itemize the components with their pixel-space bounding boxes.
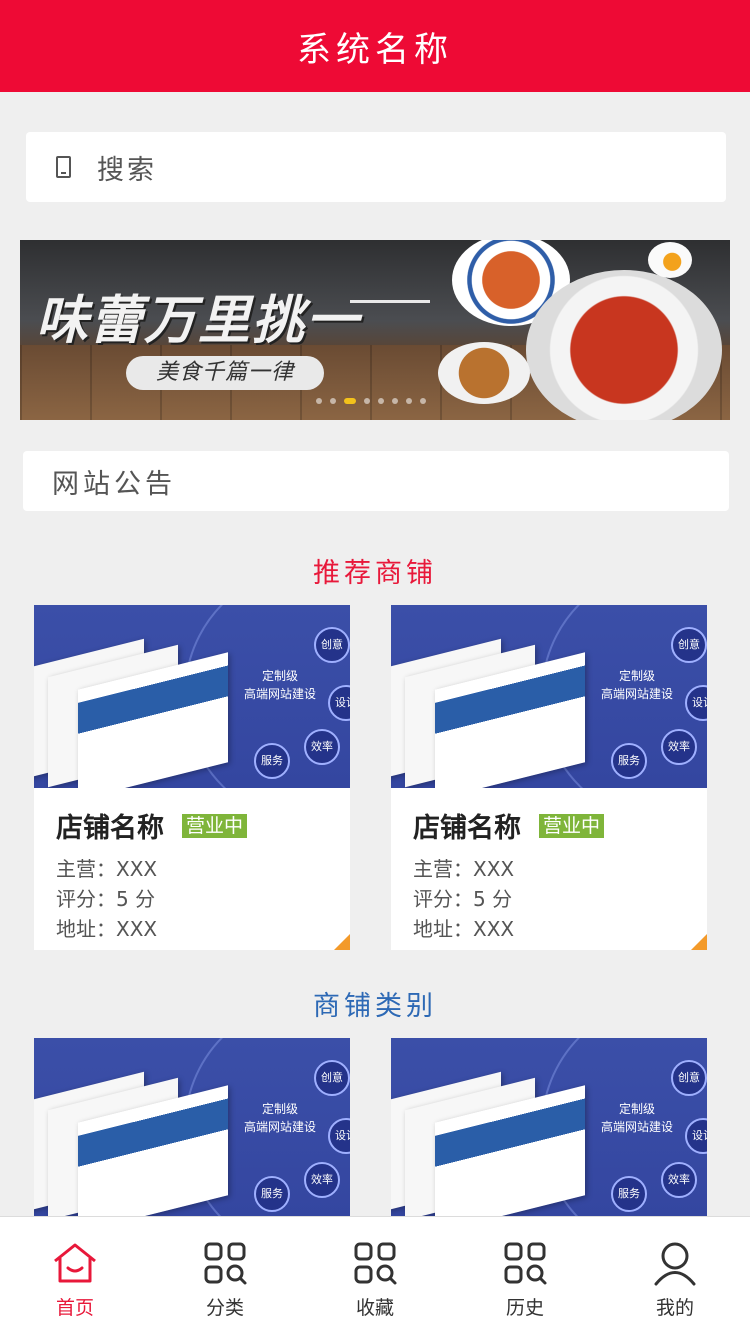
- tab-history[interactable]: 历史: [450, 1217, 600, 1334]
- home-icon: [54, 1243, 96, 1283]
- image-circle-label: 服务: [254, 1176, 290, 1212]
- promo-banner[interactable]: 味蕾万里挑一 美食千篇一律: [20, 240, 730, 420]
- status-badge: 营业中: [539, 813, 605, 838]
- app-header: 系统名称: [0, 0, 750, 92]
- search-label: 搜索: [97, 154, 157, 186]
- image-caption-line: 高端网站建设: [601, 1120, 674, 1134]
- tab-profile[interactable]: 我的: [600, 1217, 750, 1334]
- site-notice-bar[interactable]: 网站公告: [23, 451, 729, 511]
- shop-name: 店铺名称: [56, 813, 164, 844]
- image-caption-line: 定制级: [262, 1102, 299, 1116]
- tab-label: 分类: [205, 1297, 244, 1319]
- banner-side-dish-image: [438, 342, 530, 404]
- shop-info: 店铺名称 营业中 主营：XXX 评分：5 分 地址：XXX: [391, 788, 707, 941]
- category-card[interactable]: 定制级 高端网站建设 创意 设计 效率 服务: [34, 1038, 350, 1216]
- carousel-dot[interactable]: [420, 398, 426, 404]
- grid-icon: [354, 1242, 397, 1285]
- carousel-dot[interactable]: [316, 398, 322, 404]
- category-image: 定制级 高端网站建设 创意 设计 效率 服务: [391, 1038, 707, 1216]
- search-bar[interactable]: 搜索: [26, 132, 726, 202]
- carousel-dot[interactable]: [330, 398, 336, 404]
- image-caption-line: 定制级: [262, 669, 299, 683]
- page-title: 系统名称: [297, 29, 453, 70]
- banner-egg-image: [648, 242, 692, 278]
- tab-home[interactable]: 首页: [0, 1217, 150, 1334]
- carousel-indicator: [316, 398, 426, 404]
- shop-card[interactable]: 定制级 高端网站建设 创意 设计 效率 服务 店铺名称 营业中 主营：XXX 评…: [34, 605, 350, 950]
- tab-label: 收藏: [355, 1297, 394, 1319]
- image-caption: 定制级 高端网站建设: [601, 667, 673, 703]
- corner-tag-icon: [691, 934, 707, 950]
- image-caption-line: 高端网站建设: [244, 1120, 317, 1134]
- shop-main-business: 主营：XXX: [56, 857, 158, 881]
- banner-subtitle: 美食千篇一律: [126, 356, 324, 390]
- shop-name-row: 店铺名称 营业中: [56, 806, 350, 845]
- image-circle-label: 服务: [254, 743, 290, 779]
- carousel-dot[interactable]: [406, 398, 412, 404]
- shop-image: 定制级 高端网站建设 创意 设计 效率 服务: [391, 605, 707, 788]
- banner-slogan: 味蕾万里挑一: [36, 291, 361, 351]
- image-caption-line: 定制级: [619, 1102, 656, 1116]
- shop-main-business: 主营：XXX: [413, 857, 515, 881]
- image-circle-label: 效率: [661, 729, 697, 765]
- image-circle-label: 创意: [314, 627, 350, 663]
- tab-category[interactable]: 分类: [150, 1217, 300, 1334]
- bottom-tab-bar: 首页 分类 收藏 历史 我的: [0, 1216, 750, 1334]
- shop-address: 地址：XXX: [56, 917, 158, 941]
- carousel-dot[interactable]: [364, 398, 370, 404]
- grid-icon: [504, 1242, 547, 1285]
- shop-address: 地址：XXX: [413, 917, 515, 941]
- image-caption-line: 高端网站建设: [601, 687, 674, 701]
- phone-icon: [56, 156, 71, 178]
- grid-icon: [204, 1242, 247, 1285]
- image-circle-label: 效率: [661, 1162, 697, 1198]
- image-caption-line: 定制级: [619, 669, 656, 683]
- tab-label: 历史: [505, 1297, 544, 1319]
- image-caption: 定制级 高端网站建设: [244, 1100, 316, 1136]
- image-circle-label: 创意: [314, 1060, 350, 1096]
- shop-info: 店铺名称 营业中 主营：XXX 评分：5 分 地址：XXX: [34, 788, 350, 941]
- banner-divider: [350, 300, 430, 303]
- tab-label: 我的: [655, 1297, 694, 1319]
- recommended-shops-title: 推荐商铺: [313, 558, 437, 589]
- image-circle-label: 创意: [671, 1060, 707, 1096]
- tab-favorites[interactable]: 收藏: [300, 1217, 450, 1334]
- shop-card[interactable]: 定制级 高端网站建设 创意 设计 效率 服务 店铺名称 营业中 主营：XXX 评…: [391, 605, 707, 950]
- corner-tag-icon: [334, 934, 350, 950]
- carousel-dot[interactable]: [392, 398, 398, 404]
- image-circle-label: 服务: [611, 743, 647, 779]
- shop-rating: 评分：5 分: [413, 887, 513, 911]
- banner-noodle-bowl-image: [526, 270, 722, 420]
- image-caption: 定制级 高端网站建设: [601, 1100, 673, 1136]
- notice-label: 网站公告: [52, 468, 176, 500]
- image-caption: 定制级 高端网站建设: [244, 667, 316, 703]
- shop-name: 店铺名称: [413, 813, 521, 844]
- image-circle-label: 效率: [304, 1162, 340, 1198]
- shop-categories-title: 商铺类别: [313, 991, 437, 1022]
- tab-label: 首页: [55, 1297, 94, 1319]
- user-icon: [654, 1242, 696, 1286]
- image-circle-label: 创意: [671, 627, 707, 663]
- status-badge: 营业中: [182, 813, 248, 838]
- shop-name-row: 店铺名称 营业中: [413, 806, 707, 845]
- carousel-dot-active[interactable]: [344, 398, 356, 404]
- category-card[interactable]: 定制级 高端网站建设 创意 设计 效率 服务: [391, 1038, 707, 1216]
- category-image: 定制级 高端网站建设 创意 设计 效率 服务: [34, 1038, 350, 1216]
- shop-rating: 评分：5 分: [56, 887, 156, 911]
- shop-image: 定制级 高端网站建设 创意 设计 效率 服务: [34, 605, 350, 788]
- carousel-dot[interactable]: [378, 398, 384, 404]
- image-caption-line: 高端网站建设: [244, 687, 317, 701]
- image-circle-label: 效率: [304, 729, 340, 765]
- image-circle-label: 服务: [611, 1176, 647, 1212]
